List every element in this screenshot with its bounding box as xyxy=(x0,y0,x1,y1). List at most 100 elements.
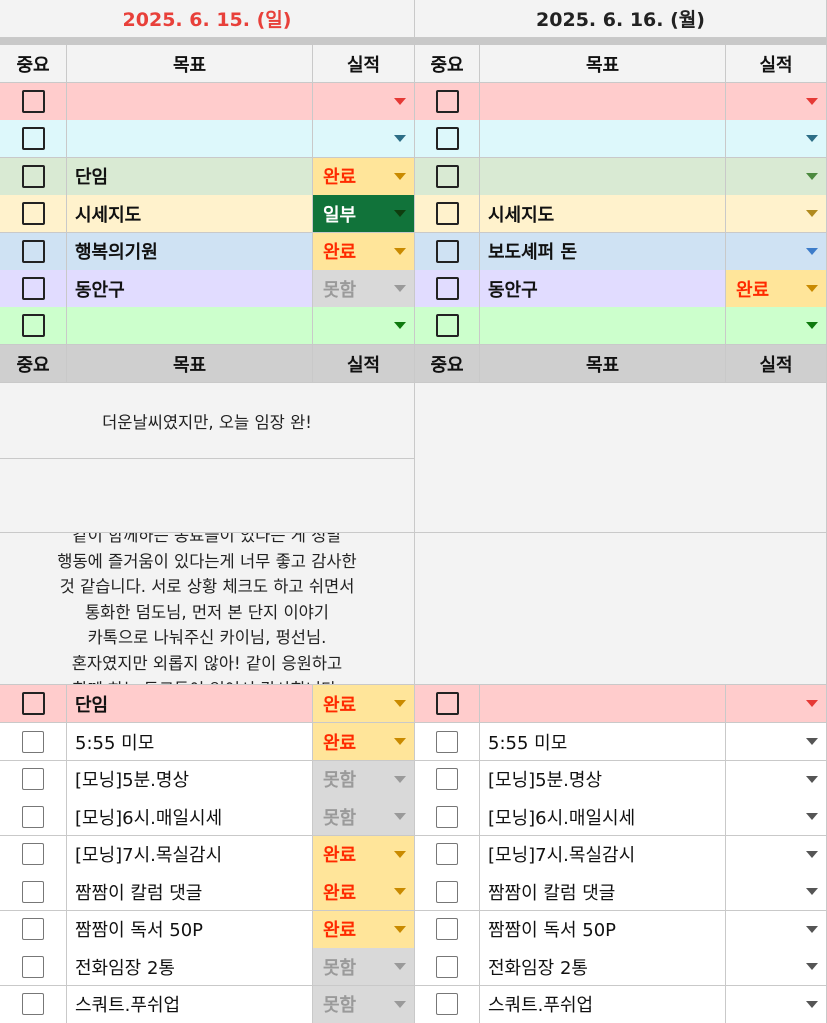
chevron-down-icon[interactable] xyxy=(806,135,818,143)
importance-checkbox-cell-left[interactable] xyxy=(0,798,67,836)
result-dropdown-right[interactable] xyxy=(726,685,827,723)
goal-cell-left[interactable]: [모닝]6시.매일시세 xyxy=(67,798,313,836)
checkbox-right[interactable] xyxy=(436,918,458,940)
memo-empty-left[interactable] xyxy=(0,459,415,533)
result-dropdown-left[interactable]: 완료 xyxy=(313,157,415,196)
importance-checkbox-cell-right[interactable] xyxy=(415,195,480,234)
chevron-down-icon[interactable] xyxy=(806,210,818,218)
chevron-down-icon[interactable] xyxy=(806,98,818,105)
importance-checkbox-cell-left[interactable] xyxy=(0,948,67,986)
goal-cell-right[interactable]: 시세지도 xyxy=(480,195,726,234)
goal-cell-left[interactable]: 단임 xyxy=(67,685,313,723)
importance-checkbox-cell-right[interactable] xyxy=(415,948,480,986)
checkbox-left[interactable] xyxy=(21,314,45,338)
chevron-down-icon[interactable] xyxy=(394,98,406,105)
result-dropdown-right[interactable] xyxy=(726,195,827,234)
goal-cell-left[interactable]: 행복의기원 xyxy=(67,232,313,271)
result-dropdown-left[interactable] xyxy=(313,307,415,346)
importance-checkbox-cell-right[interactable] xyxy=(415,985,480,1023)
chevron-down-icon[interactable] xyxy=(806,247,818,255)
checkbox-right[interactable] xyxy=(435,277,459,300)
goal-cell-left[interactable] xyxy=(67,120,313,159)
goal-cell-right[interactable]: [모닝]5분.명상 xyxy=(480,760,726,799)
memo-short-left[interactable]: 더운날씨였지만, 오늘 임장 완! xyxy=(0,383,415,459)
goal-cell-right[interactable]: 5:55 미모 xyxy=(480,723,726,761)
result-dropdown-left[interactable]: 완료 xyxy=(313,910,415,949)
importance-checkbox-cell-right[interactable] xyxy=(415,157,480,196)
chevron-down-icon[interactable] xyxy=(806,775,818,783)
chevron-down-icon[interactable] xyxy=(806,1000,818,1008)
chevron-down-icon[interactable] xyxy=(806,322,818,330)
goal-cell-left[interactable]: [모닝]7시.목실감시 xyxy=(67,835,313,874)
checkbox-right[interactable] xyxy=(436,768,458,790)
memo-short-right[interactable] xyxy=(415,383,827,533)
result-dropdown-left[interactable] xyxy=(313,120,415,159)
importance-checkbox-cell-right[interactable] xyxy=(415,270,480,308)
memo-long-left[interactable]: 같이 함께하는 동료들이 있다는 게 정말 행동에 즐거움이 있다는게 너무 좋… xyxy=(0,533,415,685)
goal-cell-right[interactable]: 스쿼트.푸쉬업 xyxy=(480,985,726,1023)
importance-checkbox-cell-right[interactable] xyxy=(415,798,480,836)
checkbox-right[interactable] xyxy=(435,164,459,188)
checkbox-left[interactable] xyxy=(21,239,45,263)
result-dropdown-right[interactable] xyxy=(726,910,827,949)
importance-checkbox-cell-left[interactable] xyxy=(0,910,67,949)
chevron-down-icon[interactable] xyxy=(806,738,818,745)
importance-checkbox-cell-left[interactable] xyxy=(0,120,67,159)
importance-checkbox-cell-right[interactable] xyxy=(415,760,480,799)
goal-cell-left[interactable]: 짬짬이 칼럼 댓글 xyxy=(67,873,313,911)
result-dropdown-right[interactable] xyxy=(726,798,827,836)
chevron-down-icon[interactable] xyxy=(394,172,406,180)
importance-checkbox-cell-right[interactable] xyxy=(415,685,480,723)
checkbox-left[interactable] xyxy=(22,955,44,978)
importance-checkbox-cell-right[interactable] xyxy=(415,873,480,911)
chevron-down-icon[interactable] xyxy=(806,850,818,858)
importance-checkbox-cell-left[interactable] xyxy=(0,760,67,799)
goal-cell-left[interactable]: 5:55 미모 xyxy=(67,723,313,761)
checkbox-right[interactable] xyxy=(436,955,458,978)
importance-checkbox-cell-left[interactable] xyxy=(0,307,67,346)
goal-cell-right[interactable] xyxy=(480,307,726,346)
checkbox-left[interactable] xyxy=(22,918,44,940)
chevron-down-icon[interactable] xyxy=(394,888,406,895)
chevron-down-icon[interactable] xyxy=(394,813,406,820)
chevron-down-icon[interactable] xyxy=(394,285,406,292)
result-dropdown-left[interactable]: 완료 xyxy=(313,232,415,271)
goal-cell-left[interactable]: 단임 xyxy=(67,157,313,196)
checkbox-left[interactable] xyxy=(21,202,45,226)
importance-checkbox-cell-right[interactable] xyxy=(415,83,480,121)
goal-cell-right[interactable] xyxy=(480,157,726,196)
goal-cell-left[interactable]: 동안구 xyxy=(67,270,313,308)
importance-checkbox-cell-right[interactable] xyxy=(415,910,480,949)
chevron-down-icon[interactable] xyxy=(394,775,406,783)
goal-cell-left[interactable] xyxy=(67,307,313,346)
chevron-down-icon[interactable] xyxy=(394,700,406,707)
chevron-down-icon[interactable] xyxy=(394,210,406,218)
result-dropdown-right[interactable] xyxy=(726,723,827,761)
importance-checkbox-cell-left[interactable] xyxy=(0,985,67,1023)
importance-checkbox-cell-left[interactable] xyxy=(0,232,67,271)
checkbox-right[interactable] xyxy=(436,805,458,828)
result-dropdown-left[interactable]: 완료 xyxy=(313,685,415,723)
result-dropdown-right[interactable] xyxy=(726,120,827,159)
result-dropdown-right[interactable] xyxy=(726,307,827,346)
chevron-down-icon[interactable] xyxy=(394,135,406,143)
checkbox-left[interactable] xyxy=(22,730,44,753)
checkbox-right[interactable] xyxy=(435,239,459,263)
checkbox-left[interactable] xyxy=(22,993,44,1015)
result-dropdown-left[interactable]: 못함 xyxy=(313,948,415,986)
result-dropdown-left[interactable]: 완료 xyxy=(313,835,415,874)
checkbox-left[interactable] xyxy=(22,880,44,903)
chevron-down-icon[interactable] xyxy=(394,963,406,970)
memo-long-right[interactable] xyxy=(415,533,827,685)
checkbox-left[interactable] xyxy=(21,692,45,715)
goal-cell-right[interactable]: [모닝]6시.매일시세 xyxy=(480,798,726,836)
checkbox-left[interactable] xyxy=(21,90,45,113)
result-dropdown-right[interactable] xyxy=(726,232,827,271)
result-dropdown-right[interactable] xyxy=(726,835,827,874)
goal-cell-right[interactable] xyxy=(480,120,726,159)
result-dropdown-right[interactable] xyxy=(726,157,827,196)
result-dropdown-left[interactable] xyxy=(313,83,415,121)
checkbox-left[interactable] xyxy=(21,127,45,151)
result-dropdown-right[interactable] xyxy=(726,873,827,911)
result-dropdown-right[interactable] xyxy=(726,948,827,986)
